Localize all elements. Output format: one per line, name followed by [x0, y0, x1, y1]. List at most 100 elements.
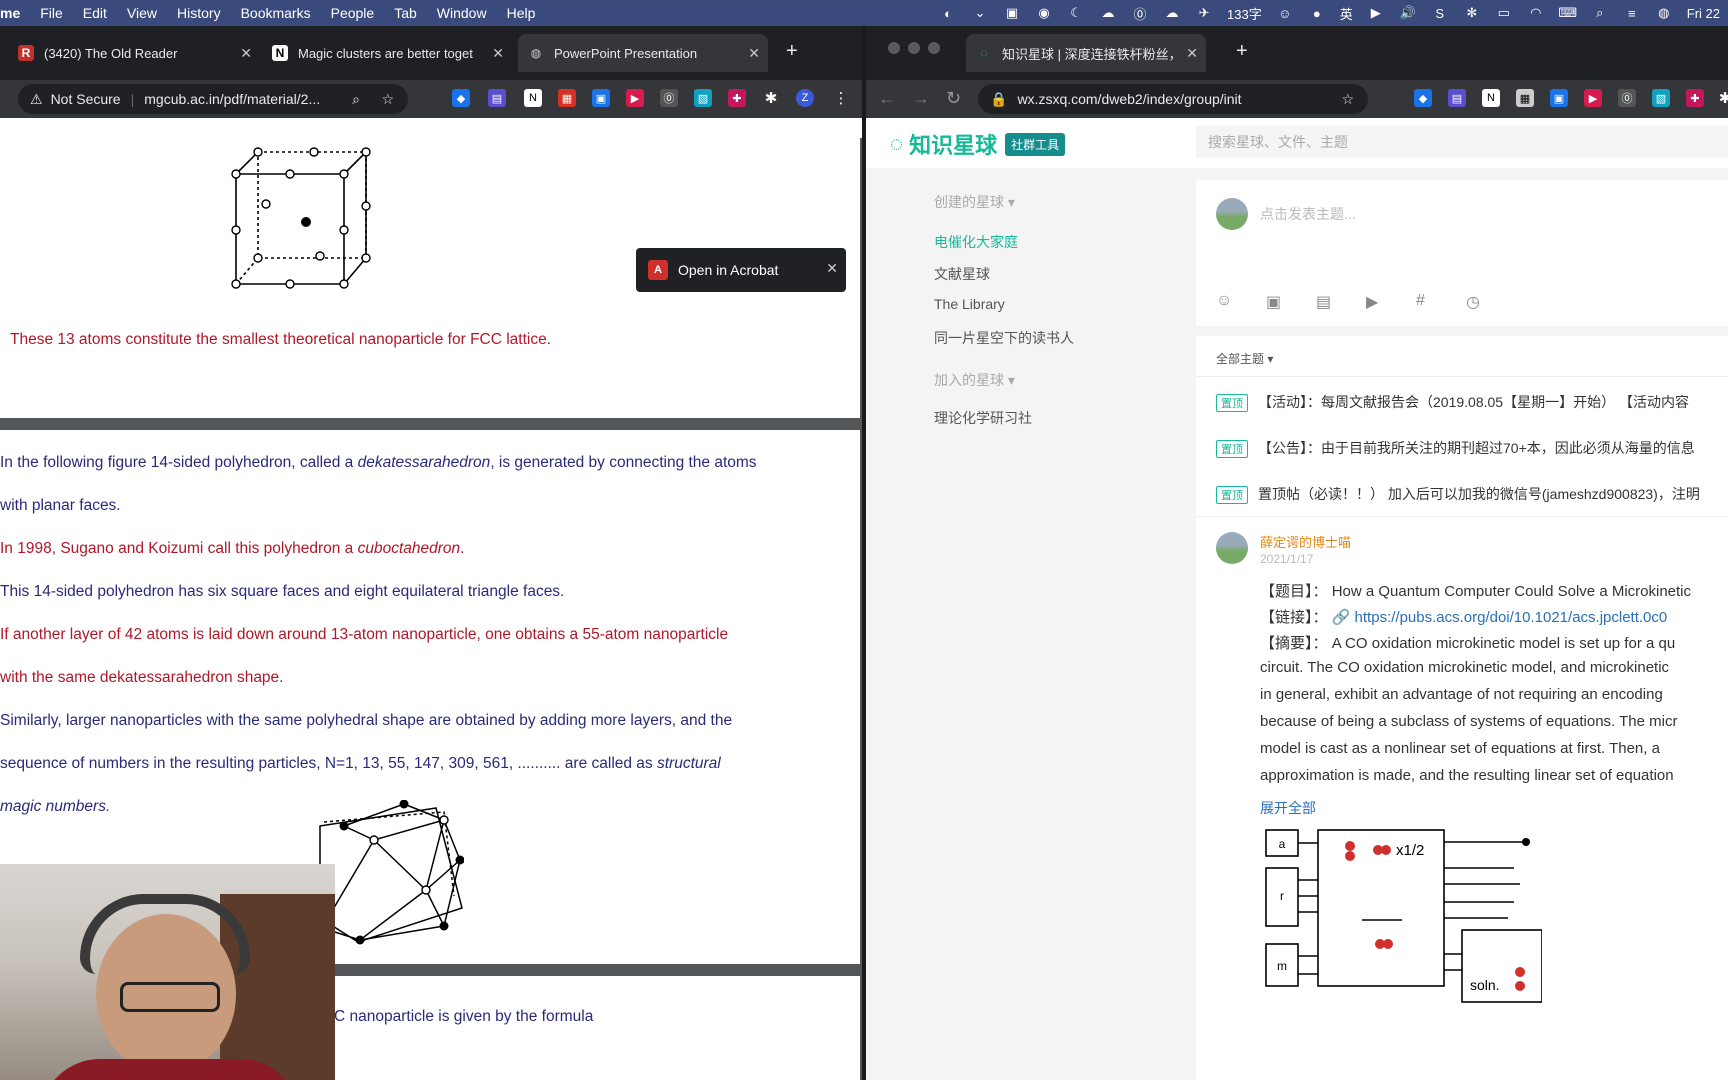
menu-view[interactable]: View: [127, 5, 157, 21]
site-logo[interactable]: ◌ 知识星球 社群工具: [890, 128, 1066, 160]
clock-icon[interactable]: ◷: [1466, 292, 1480, 312]
screenshot-icon[interactable]: ▣: [1003, 5, 1021, 21]
author-name[interactable]: 薛定谔的博士喵: [1260, 532, 1351, 551]
ime-indicator[interactable]: 英: [1340, 4, 1353, 23]
notion-extension-icon[interactable]: N: [1482, 89, 1500, 107]
image-icon[interactable]: ▣: [1266, 292, 1281, 312]
extension-icon[interactable]: ▤: [1448, 89, 1466, 107]
sidebar-item-group[interactable]: 同一片星空下的读书人: [934, 328, 1074, 348]
tab-magic-clusters[interactable]: N Magic clusters are better toget ✕: [262, 34, 512, 72]
close-icon[interactable]: ✕: [826, 260, 838, 277]
close-icon[interactable]: ✕: [240, 45, 252, 62]
extension-icon[interactable]: ▶: [1584, 89, 1602, 107]
bird-icon[interactable]: ✈: [1195, 5, 1213, 21]
extension-icon[interactable]: ✚: [1686, 89, 1704, 107]
address-bar[interactable]: 🔒 wx.zsxq.com/dweb2/index/group/init ☆: [978, 84, 1368, 114]
menu-window[interactable]: Window: [437, 5, 487, 21]
back-icon[interactable]: ←: [878, 88, 896, 109]
volume-icon[interactable]: 🔊: [1399, 5, 1417, 21]
keyboard-icon[interactable]: ⌨: [1558, 5, 1577, 21]
pinned-topic[interactable]: 置顶 【活动】：每周文献报告会（2019.08.05【星期一】开始） 【活动内容: [1216, 392, 1689, 412]
control-center-icon[interactable]: ≡: [1623, 5, 1641, 21]
cloud-upload-icon[interactable]: ☁: [1099, 5, 1117, 21]
mic-icon[interactable]: ●: [1308, 5, 1326, 21]
extension-icon[interactable]: ▦: [1516, 89, 1534, 107]
author-avatar[interactable]: [1216, 532, 1248, 564]
close-icon[interactable]: ✕: [1186, 45, 1198, 62]
tab-zsxq[interactable]: ◌ 知识星球 | 深度连接铁杆粉丝， ✕: [966, 34, 1206, 72]
sidebar-item-group[interactable]: 理论化学研习社: [934, 408, 1032, 428]
open-in-acrobat-button[interactable]: A Open in Acrobat ✕: [636, 248, 846, 292]
spotlight-icon[interactable]: ⌕: [1591, 5, 1609, 21]
expand-all-link[interactable]: 展开全部: [1260, 798, 1316, 818]
tab-powerpoint[interactable]: ◍ PowerPoint Presentation ✕: [518, 34, 768, 72]
cloud-icon[interactable]: ☁: [1163, 5, 1181, 21]
star-icon[interactable]: ☆: [1341, 91, 1354, 108]
pdf-extension-icon[interactable]: ▦: [558, 89, 576, 107]
extension-icon[interactable]: ▣: [592, 89, 610, 107]
new-tab-button[interactable]: +: [1236, 40, 1248, 63]
video-icon[interactable]: ▶: [1366, 292, 1378, 312]
menu-history[interactable]: History: [177, 5, 221, 21]
extension-icon[interactable]: ⓪: [660, 89, 678, 107]
close-icon[interactable]: ✕: [492, 45, 504, 62]
emoji-icon[interactable]: ☺: [1276, 5, 1294, 21]
address-bar[interactable]: ⚠ Not Secure | mgcub.ac.in/pdf/material/…: [18, 84, 408, 114]
extension-icon[interactable]: ◆: [1414, 89, 1432, 107]
minimize-window-button[interactable]: [908, 42, 920, 54]
onepassword-icon[interactable]: ⓪: [1131, 5, 1149, 22]
sidebar-item-group[interactable]: 文献星球: [934, 264, 990, 284]
emoji-icon[interactable]: ☺: [1216, 292, 1232, 310]
close-window-button[interactable]: [888, 42, 900, 54]
siri-icon[interactable]: ◍: [1655, 5, 1673, 21]
tab-old-reader[interactable]: R (3420) The Old Reader ✕: [8, 34, 260, 72]
sidebar-item-group[interactable]: The Library: [934, 296, 1005, 312]
wifi-icon[interactable]: ◠: [1527, 5, 1545, 21]
close-icon[interactable]: ✕: [748, 45, 760, 62]
forward-icon[interactable]: →: [912, 88, 930, 109]
extension-icon[interactable]: ▧: [1652, 89, 1670, 107]
play-icon[interactable]: ▶: [1367, 5, 1385, 21]
puzzle-icon[interactable]: ✱: [762, 89, 780, 107]
extension-icon[interactable]: ▣: [1550, 89, 1568, 107]
puzzle-icon[interactable]: ✱: [1716, 89, 1728, 107]
menu-tab[interactable]: Tab: [394, 5, 417, 21]
vpn-icon[interactable]: ⌄: [971, 5, 989, 21]
hashtag-icon[interactable]: #: [1416, 292, 1425, 310]
wechat-icon[interactable]: ◐: [939, 5, 957, 21]
maximize-window-button[interactable]: [928, 42, 940, 54]
pinned-topic[interactable]: 置顶 置顶帖（必读！！） 加入后可以加我的微信号(jameshzd900823)，…: [1216, 484, 1700, 504]
reload-icon[interactable]: ↻: [946, 88, 961, 109]
extension-icon[interactable]: ▧: [694, 89, 712, 107]
post-figure[interactable]: a r m x1/2 soln.: [1262, 824, 1542, 1014]
menu-file[interactable]: File: [40, 5, 63, 21]
clock[interactable]: Fri 22: [1687, 6, 1720, 21]
extension-icon[interactable]: ▤: [488, 89, 506, 107]
battery-icon[interactable]: ▭: [1495, 5, 1513, 21]
webcam-overlay[interactable]: [0, 864, 335, 1080]
post-link[interactable]: 【链接】： 🔗 https://pubs.acs.org/doi/10.1021…: [1260, 606, 1667, 627]
menu-icon[interactable]: ⋮: [832, 89, 850, 107]
zoom-icon[interactable]: ⌕: [352, 91, 360, 108]
notion-extension-icon[interactable]: N: [524, 89, 542, 107]
moon-icon[interactable]: ☾: [1067, 5, 1085, 21]
word-count[interactable]: 133字: [1227, 4, 1262, 23]
bluetooth-icon[interactable]: ✻: [1463, 5, 1481, 21]
search-input[interactable]: 搜索星球、文件、主题: [1196, 126, 1728, 158]
topic-filter[interactable]: 全部主题 ▾: [1216, 350, 1273, 367]
extension-icon[interactable]: ▶: [626, 89, 644, 107]
extension-icon[interactable]: ✚: [728, 89, 746, 107]
extension-icon[interactable]: ◆: [452, 89, 470, 107]
menu-edit[interactable]: Edit: [83, 5, 107, 21]
new-tab-button[interactable]: +: [786, 40, 798, 63]
created-groups-header[interactable]: 创建的星球 ▾: [934, 192, 1015, 212]
pinned-topic[interactable]: 置顶 【公告】：由于目前我所关注的期刊超过70+本，因此必须从海量的信息: [1216, 438, 1695, 458]
profile-avatar[interactable]: Z: [796, 89, 814, 107]
joined-groups-header[interactable]: 加入的星球 ▾: [934, 370, 1015, 390]
star-icon[interactable]: ☆: [381, 91, 394, 108]
menu-bookmarks[interactable]: Bookmarks: [241, 5, 311, 21]
sidebar-item-group[interactable]: 电催化大家庭: [934, 232, 1018, 252]
sync-icon[interactable]: S: [1431, 5, 1449, 21]
extension-icon[interactable]: ⓪: [1618, 89, 1636, 107]
file-icon[interactable]: ▤: [1316, 292, 1331, 312]
